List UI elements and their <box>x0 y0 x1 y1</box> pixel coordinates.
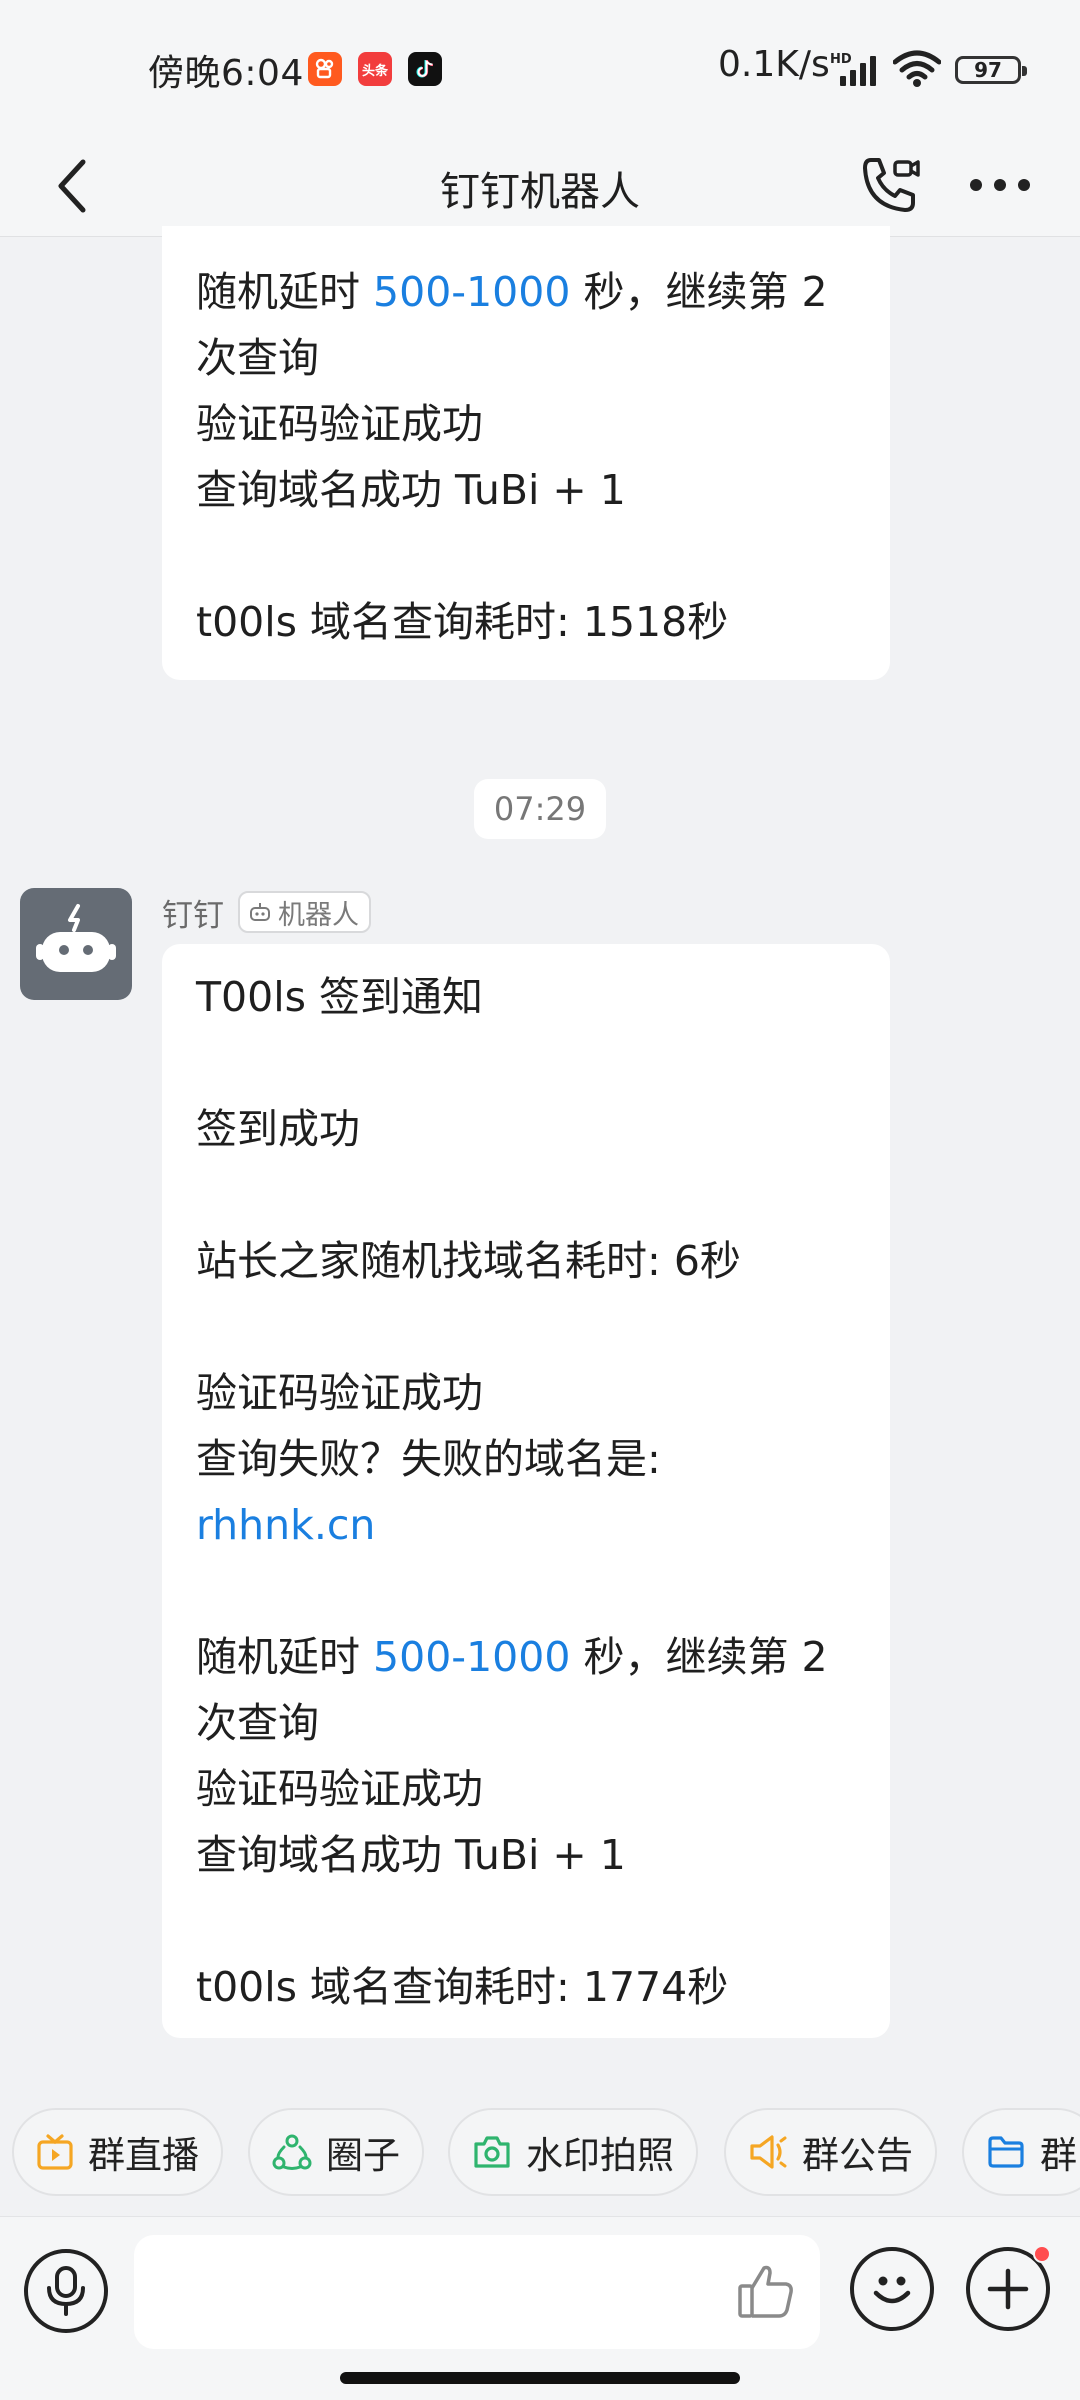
chat-screen: 傍晚6:04 头条 0.1K/s HD 97 钉钉机器人 随机延时 500-10… <box>0 0 1080 2400</box>
message-line: 随机延时 500-1000 秒，继续第 2 <box>196 259 856 325</box>
message-line: 次查询 <box>196 325 856 391</box>
message-line: 查询域名成功 TuBi + 1 <box>196 1822 856 1888</box>
folder-icon <box>988 2136 1024 2168</box>
network-speed: 0.1K/s <box>718 44 830 85</box>
message-link[interactable]: 500-1000 <box>373 268 570 316</box>
message-line: 查询域名成功 TuBi + 1 <box>196 457 856 523</box>
wifi-icon <box>893 50 941 87</box>
message-line: 查询失败？失败的域名是: <box>196 1426 856 1492</box>
message-text: 随机延时 <box>196 268 374 316</box>
message-timestamp: 07:29 <box>474 779 606 839</box>
thumbs-up-button[interactable] <box>726 2251 806 2331</box>
small-robot-icon <box>250 903 270 921</box>
status-time: 傍晚6:04 <box>148 53 304 94</box>
message-line: t00ls 域名查询耗时: 1518秒 <box>196 589 856 655</box>
battery-indicator: 97 <box>955 56 1027 84</box>
more-dots-icon <box>970 179 1030 191</box>
more-button[interactable] <box>960 145 1040 225</box>
thumbs-up-icon <box>738 2265 793 2318</box>
chat-header: 钉钉机器人 <box>0 135 1080 237</box>
message-bubble-signin[interactable]: T00ls 签到通知 签到成功 站长之家随机找域名耗时: 6秒 验证码验证成功 查询失败… <box>162 944 890 2038</box>
message-text: 验证码验证成功 <box>196 400 483 448</box>
message-line <box>196 1030 856 1096</box>
signal-icon <box>840 56 876 86</box>
message-link[interactable]: rhhnk.cn <box>196 1501 375 1549</box>
message-text: t00ls 域名查询耗时: 1774秒 <box>196 1963 729 2011</box>
bot-avatar[interactable] <box>20 888 132 1000</box>
message-line: t00ls 域名查询耗时: 1774秒 <box>196 1954 856 2020</box>
message-line: 站长之家随机找域名耗时: 6秒 <box>196 1228 856 1294</box>
message-line: 验证码验证成功 <box>196 1360 856 1426</box>
video-call-button[interactable] <box>850 145 930 225</box>
bot-badge: 机器人 <box>238 891 371 933</box>
message-line <box>196 1162 856 1228</box>
smiley-icon <box>873 2276 911 2304</box>
message-bubble-previous[interactable]: 随机延时 500-1000 秒，继续第 2 次查询验证码验证成功查询域名成功 Tu… <box>162 226 890 680</box>
sender-row: 钉钉 机器人 <box>162 888 371 936</box>
message-text: 次查询 <box>196 334 319 382</box>
message-text: 次查询 <box>196 1699 319 1747</box>
message-text: T00ls 签到通知 <box>196 973 483 1021</box>
toutiao-icon: 头条 <box>358 52 392 86</box>
quick-action-watermark-camera[interactable]: 水印拍照 <box>448 2108 698 2196</box>
message-link[interactable]: 500-1000 <box>373 1633 570 1681</box>
notification-dot <box>1033 2245 1051 2263</box>
message-input[interactable] <box>134 2235 820 2349</box>
quick-action-label: 群直播 <box>88 2134 199 2177</box>
message-line <box>196 1558 856 1624</box>
voice-input-button[interactable] <box>24 2249 108 2333</box>
message-line: 验证码验证成功 <box>196 391 856 457</box>
megaphone-icon <box>750 2135 787 2169</box>
phone-video-icon <box>863 158 920 212</box>
quick-action-label: 群公告 <box>802 2134 913 2177</box>
message-text: 秒，继续第 2 <box>570 1633 828 1681</box>
message-line: T00ls 签到通知 <box>196 964 856 1030</box>
message-line: 验证码验证成功 <box>196 1756 856 1822</box>
camera-icon <box>474 2136 510 2168</box>
plus-icon <box>987 2268 1029 2310</box>
message-text: 验证码验证成功 <box>196 1765 483 1813</box>
circle-group-icon <box>272 2134 312 2170</box>
message-text: 查询域名成功 TuBi + 1 <box>196 1831 626 1879</box>
quick-action-label: 水印拍照 <box>526 2134 674 2177</box>
message-text: t00ls 域名查询耗时: 1518秒 <box>196 598 729 646</box>
quick-action-group-live[interactable]: 群直播 <box>12 2108 223 2196</box>
message-text: 验证码验证成功 <box>196 1369 483 1417</box>
message-text: 查询失败？失败的域名是: <box>196 1435 661 1483</box>
robot-icon <box>36 904 116 972</box>
message-line: rhhnk.cn <box>196 1492 856 1558</box>
emoji-button[interactable] <box>850 2247 934 2331</box>
bot-badge-label: 机器人 <box>278 899 359 931</box>
message-text: 查询域名成功 TuBi + 1 <box>196 466 626 514</box>
message-line <box>196 1888 856 1954</box>
sender-name: 钉钉 <box>162 897 224 934</box>
quick-actions-bar: 群直播 圈子 水印拍照 群公告 群 <box>0 2100 1080 2202</box>
message-text: 秒，继续第 2 <box>570 268 828 316</box>
message-line <box>196 523 856 589</box>
message-text: 站长之家随机找域名耗时: 6秒 <box>196 1237 741 1285</box>
message-text: 签到成功 <box>196 1105 360 1153</box>
quick-action-label: 圈子 <box>326 2134 400 2177</box>
home-indicator[interactable] <box>340 2372 740 2384</box>
microphone-icon <box>47 2266 85 2316</box>
kuaishou-icon <box>308 52 342 86</box>
message-text: 随机延时 <box>196 1633 374 1681</box>
message-line: 签到成功 <box>196 1096 856 1162</box>
douyin-icon <box>408 52 442 86</box>
message-line <box>196 1294 856 1360</box>
quick-action-announcement[interactable]: 群公告 <box>724 2108 937 2196</box>
message-line: 随机延时 500-1000 秒，继续第 2 <box>196 1624 856 1690</box>
quick-action-label: 群 <box>1040 2134 1077 2177</box>
message-line: 次查询 <box>196 1690 856 1756</box>
live-tv-icon <box>37 2134 73 2170</box>
quick-action-group-files[interactable]: 群 <box>962 2108 1080 2196</box>
status-bar: 傍晚6:04 头条 0.1K/s HD 97 <box>0 0 1080 135</box>
quick-action-circle[interactable]: 圈子 <box>248 2108 424 2196</box>
